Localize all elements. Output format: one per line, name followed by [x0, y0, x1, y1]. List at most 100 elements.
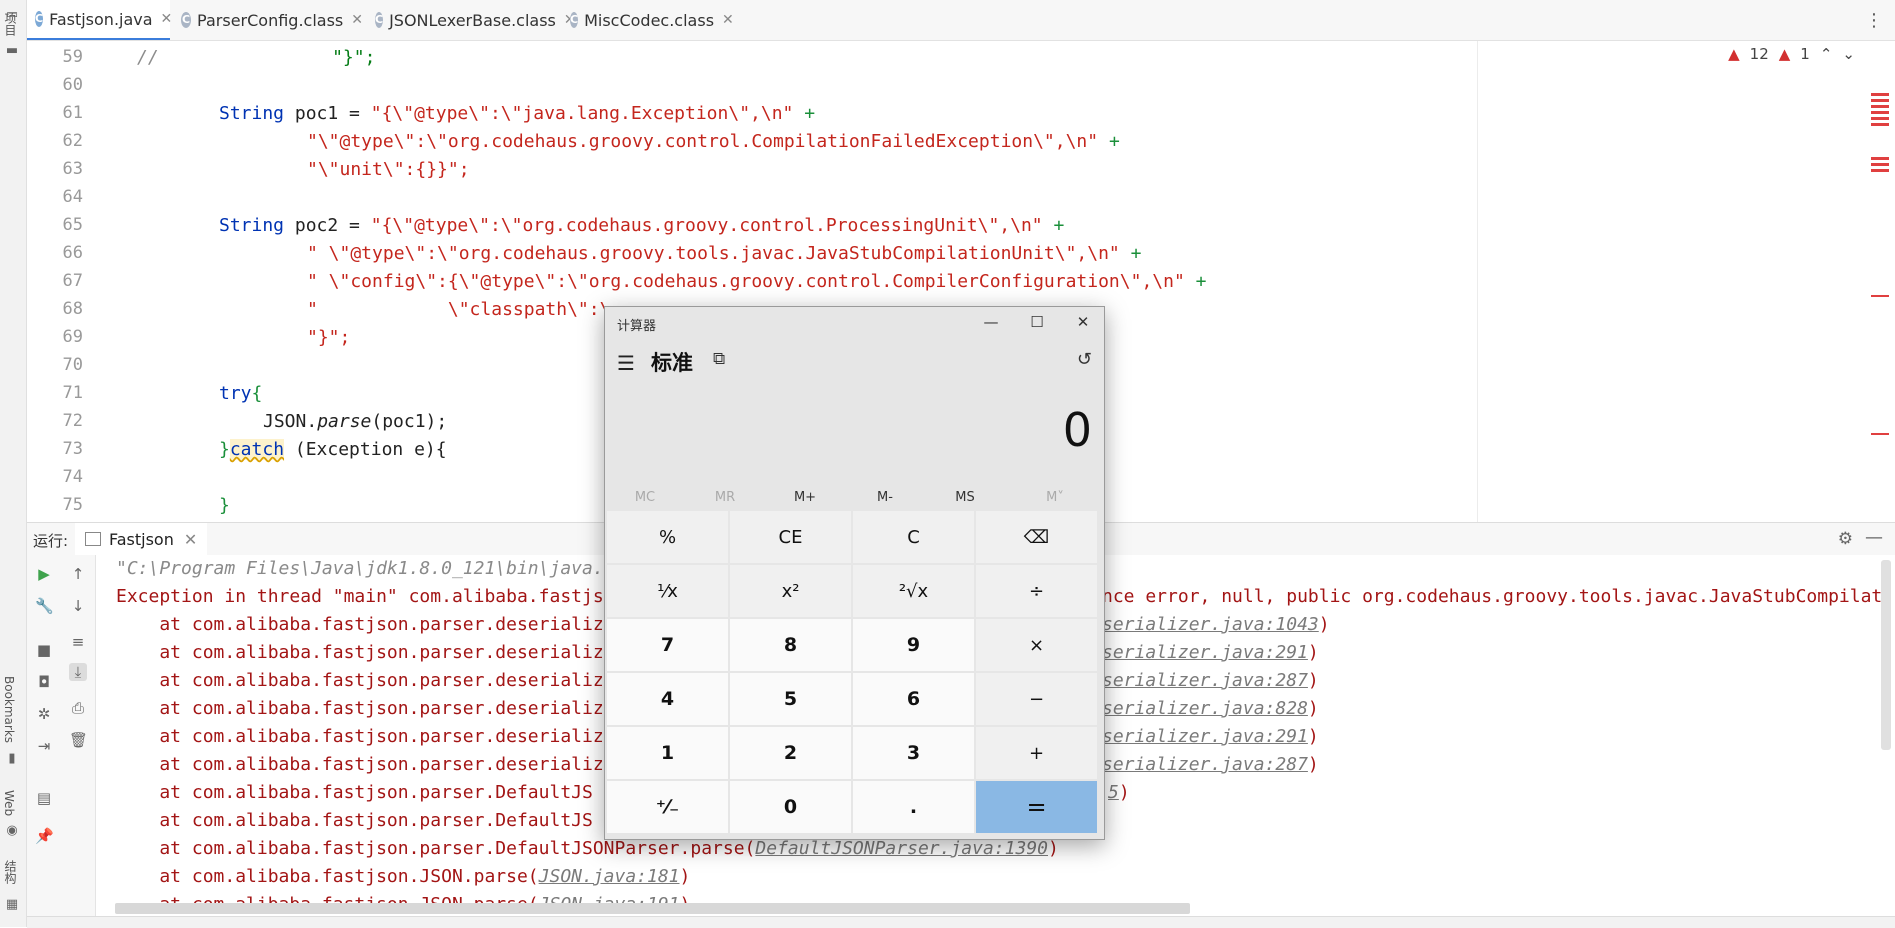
backspace-button[interactable]: ⌫ [976, 511, 1097, 563]
bookmark-icon[interactable]: ▮ [5, 752, 19, 766]
stack-frame: at com.alibaba.fastjson.parser.deseriali… [116, 614, 604, 635]
arrow-down-icon[interactable]: ↓ [69, 597, 87, 615]
stop-icon[interactable]: ■ [35, 641, 53, 659]
memory-list-button[interactable]: M˅ [1015, 483, 1095, 513]
error-mark[interactable] [1871, 105, 1889, 108]
decimal-button[interactable]: . [853, 781, 974, 833]
chevron-up-icon[interactable]: ⌃ [1820, 45, 1833, 63]
clear-button[interactable]: C [853, 511, 974, 563]
left-tool-strip: ▭ 项目 ▬ Bookmarks ▮ Web ◉ 结构 ▦ [0, 0, 27, 927]
stack-frame-tail: 5) [1108, 782, 1130, 803]
error-icon: ▲ [1728, 45, 1740, 63]
digit-4-button[interactable]: 4 [607, 673, 728, 725]
subtract-button[interactable]: − [976, 673, 1097, 725]
folder-icon[interactable]: ▬ [5, 44, 19, 58]
editor-tab-bar: C Fastjson.java ✕ C ParserConfig.class ✕… [27, 0, 1895, 41]
print-icon[interactable]: ⎙ [69, 699, 87, 717]
menu-icon[interactable]: ☰ [617, 351, 635, 375]
more-options-icon[interactable]: ⋮ [1865, 10, 1883, 31]
memory-add-button[interactable]: M+ [765, 483, 845, 513]
minimize-icon[interactable]: — [1865, 527, 1883, 548]
add-button[interactable]: + [976, 727, 1097, 779]
scroll-to-end-icon[interactable]: ⤓ [69, 663, 87, 681]
exit-icon[interactable]: ⇥ [35, 737, 53, 755]
digit-0-button[interactable]: 0 [730, 781, 851, 833]
error-mark[interactable] [1871, 433, 1889, 435]
settings-icon[interactable]: ✲ [35, 705, 53, 723]
tab-jsonlexerbase-class[interactable]: C JSONLexerBase.class ✕ [367, 0, 576, 40]
clear-entry-button[interactable]: CE [730, 511, 851, 563]
web-tool-label[interactable]: Web [2, 790, 16, 816]
error-mark[interactable] [1871, 295, 1889, 297]
memory-store-button[interactable]: MS [925, 483, 1005, 513]
error-stripe[interactable] [1871, 41, 1891, 522]
close-icon[interactable]: ✕ [184, 530, 197, 549]
maximize-button[interactable]: ☐ [1022, 311, 1052, 333]
stack-frame-tail: serializer.java:1043) [1102, 614, 1330, 635]
camera-icon[interactable]: ◘ [35, 673, 53, 691]
tab-fastjson-java[interactable]: C Fastjson.java ✕ [27, 0, 173, 40]
project-tool-label[interactable]: 项目 [2, 12, 19, 36]
equals-button[interactable]: = [976, 781, 1097, 833]
gear-icon[interactable]: ⚙ [1838, 529, 1853, 549]
console-exception-tail: nce error, null, public org.codehaus.gro… [1102, 586, 1883, 607]
inspection-widget[interactable]: ▲ 12 ▲ 1 ⌃ ⌄ [1728, 45, 1855, 63]
trash-icon[interactable]: 🗑 [69, 731, 88, 749]
error-mark[interactable] [1871, 99, 1889, 102]
divide-button[interactable]: ÷ [976, 565, 1097, 617]
negate-button[interactable]: ⁺⁄₋ [607, 781, 728, 833]
memory-recall-button[interactable]: MR [685, 483, 765, 513]
digit-1-button[interactable]: 1 [607, 727, 728, 779]
rerun-icon[interactable]: ▶ [35, 565, 53, 583]
minimize-button[interactable]: — [976, 311, 1006, 333]
digit-2-button[interactable]: 2 [730, 727, 851, 779]
layout-icon[interactable]: ▤ [35, 789, 53, 807]
tab-misccodec-class[interactable]: C MiscCodec.class ✕ [562, 0, 734, 40]
memory-clear-button[interactable]: MC [605, 483, 685, 513]
close-icon[interactable]: ✕ [351, 12, 363, 28]
calculator-window[interactable]: 计算器 — ☐ ✕ ☰ 标准 ⧉ ↺ 0 MC MR M+ M- MS M˅ %… [604, 306, 1105, 840]
close-icon[interactable]: ✕ [722, 12, 734, 28]
error-mark[interactable] [1871, 93, 1889, 96]
error-mark[interactable] [1871, 111, 1889, 114]
bookmarks-tool-label[interactable]: Bookmarks [2, 676, 16, 743]
error-count: 12 [1749, 45, 1769, 63]
digit-5-button[interactable]: 5 [730, 673, 851, 725]
percent-button[interactable]: % [607, 511, 728, 563]
run-tab-fastjson[interactable]: Fastjson ✕ [75, 523, 208, 557]
error-mark[interactable] [1871, 169, 1889, 172]
structure-tool-label[interactable]: 结构 [2, 860, 19, 884]
square-button[interactable]: x² [730, 565, 851, 617]
error-mark[interactable] [1871, 123, 1889, 126]
console-horizontal-scrollbar[interactable] [115, 903, 1190, 914]
class-icon: C [35, 11, 44, 27]
sqrt-button[interactable]: ²√x [853, 565, 974, 617]
digit-6-button[interactable]: 6 [853, 673, 974, 725]
soft-wrap-icon[interactable]: ≡ [69, 633, 87, 651]
error-mark[interactable] [1871, 163, 1889, 166]
globe-icon[interactable]: ◉ [5, 824, 19, 838]
chevron-down-icon[interactable]: ⌄ [1842, 45, 1855, 63]
arrow-up-icon[interactable]: ↑ [69, 565, 87, 583]
close-icon[interactable]: ✕ [161, 11, 173, 27]
reciprocal-button[interactable]: ¹⁄x [607, 565, 728, 617]
memory-subtract-button[interactable]: M- [845, 483, 925, 513]
calculator-mode-title: 标准 [651, 351, 693, 375]
tab-parserconfig-class[interactable]: C ParserConfig.class ✕ [173, 0, 363, 40]
digit-8-button[interactable]: 8 [730, 619, 851, 671]
digit-7-button[interactable]: 7 [607, 619, 728, 671]
digit-3-button[interactable]: 3 [853, 727, 974, 779]
multiply-button[interactable]: × [976, 619, 1097, 671]
close-button[interactable]: ✕ [1068, 311, 1098, 333]
history-icon[interactable]: ↺ [1077, 349, 1092, 370]
error-mark[interactable] [1871, 157, 1889, 160]
code-line-67: " \"config\":{\"@type\":\"org.codehaus.g… [307, 271, 1207, 292]
pin-icon[interactable]: 📌 [35, 827, 54, 845]
structure-icon[interactable]: ▦ [5, 898, 19, 912]
digit-9-button[interactable]: 9 [853, 619, 974, 671]
error-mark[interactable] [1871, 117, 1889, 120]
console-vertical-scrollbar[interactable] [1881, 560, 1891, 750]
wrench-icon[interactable]: 🔧 [35, 597, 54, 615]
code-line-72: JSON.parse(poc1); [263, 411, 448, 432]
keep-on-top-icon[interactable]: ⧉ [713, 349, 725, 369]
